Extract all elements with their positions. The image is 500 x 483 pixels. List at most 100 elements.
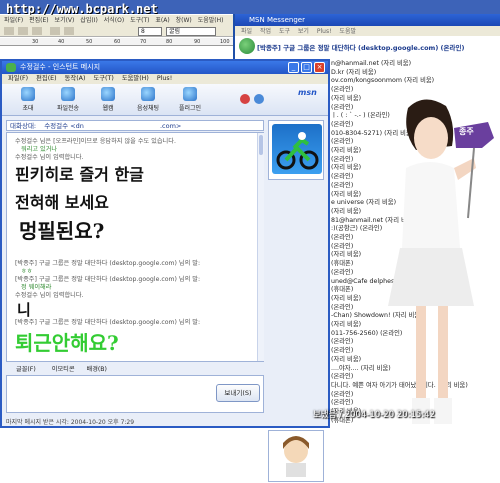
contact-entry[interactable]: (온라인) bbox=[331, 136, 353, 145]
conv-menu-action[interactable]: 동작(A) bbox=[65, 74, 86, 84]
settings-icon[interactable] bbox=[254, 94, 264, 104]
handwriting-message: 퇴근안해요? bbox=[15, 331, 119, 355]
background-button[interactable]: 배경(B) bbox=[87, 366, 107, 373]
font-name-select[interactable]: 굴림 bbox=[166, 27, 216, 36]
send-file-button[interactable]: 파일전송 bbox=[46, 87, 90, 115]
contact-entry[interactable]: (온라인) bbox=[331, 389, 353, 398]
motocross-picture bbox=[272, 124, 322, 174]
plugin-button[interactable]: 플러그인 bbox=[168, 87, 212, 115]
sign-text: 종주 bbox=[459, 127, 474, 136]
voice-chat-button[interactable]: 음성채팅 bbox=[126, 87, 170, 115]
transcript-scrollbar[interactable] bbox=[257, 133, 264, 361]
font-button[interactable]: 글꼴(F) bbox=[16, 366, 36, 373]
msn-status-text[interactable]: [박종주] 구글 그룹은 정말 대단하다 (desktop.google.com… bbox=[257, 42, 500, 52]
webcam-button[interactable]: 웹캠 bbox=[86, 87, 130, 115]
msn-menu-tools[interactable]: 도구 bbox=[279, 26, 290, 35]
contact-entry[interactable]: (휴대폰) bbox=[331, 258, 353, 267]
voice-chat-icon bbox=[141, 87, 155, 101]
conv-menu-plus[interactable]: Plus! bbox=[157, 74, 172, 84]
emoticon-button[interactable]: 이모티콘 bbox=[52, 366, 75, 373]
contact-entry[interactable]: (온라인) bbox=[331, 241, 353, 250]
contact-entry[interactable]: D.kr (자리 비움) bbox=[331, 67, 376, 76]
contact-entry[interactable]: n@hanmail.net (자리 비움) bbox=[331, 58, 411, 67]
transcript-line: [박종주] 구글 그룹은 정말 대단하다 (desktop.google.com… bbox=[15, 260, 201, 267]
handwriting-message: 멍필된요? bbox=[19, 219, 105, 243]
transcript-line: 수정걸수 님이 입력합니다. bbox=[15, 292, 84, 299]
minimize-icon[interactable]: _ bbox=[288, 62, 299, 73]
bg-menu-table[interactable]: 표(A) bbox=[155, 15, 169, 24]
conversation-window: 수정걸수 - 인스턴트 메시지 _ □ × 파일(F) 편집(E) 동작(A) … bbox=[0, 59, 330, 482]
status-line: 마지막 메시지 받은 시각: 2004-10-20 오후 7:29 bbox=[6, 419, 135, 426]
my-display-picture[interactable] bbox=[268, 430, 324, 482]
contact-entry[interactable]: (온라인) bbox=[331, 84, 353, 93]
toolbar-icon[interactable] bbox=[50, 27, 60, 35]
send-button[interactable]: 보내기(S) bbox=[216, 384, 260, 402]
bg-menu-edit[interactable]: 편집(E) bbox=[29, 15, 49, 24]
toolbar-icon[interactable] bbox=[4, 27, 14, 35]
msn-menu-bar: 파일 작업 도구 보기 Plus! 도움말 bbox=[235, 26, 500, 36]
invite-label: 초대 bbox=[22, 105, 34, 112]
msn-menu-view[interactable]: 보기 bbox=[298, 26, 309, 35]
contact-entry[interactable]: (온라인) bbox=[331, 119, 353, 128]
msn-menu-help[interactable]: 도움말 bbox=[339, 26, 356, 35]
msn-logo: msn bbox=[298, 88, 317, 97]
contact-entry[interactable]: (온라인) bbox=[331, 267, 353, 276]
maximize-icon[interactable]: □ bbox=[301, 62, 312, 73]
ruler-tick: 50 bbox=[86, 39, 93, 45]
contact-entry[interactable]: (온라인) bbox=[331, 232, 353, 241]
to-value-domain[interactable]: .com> bbox=[160, 122, 181, 130]
bg-menu-window[interactable]: 창(W) bbox=[176, 15, 192, 24]
contact-entry[interactable]: (온라인) bbox=[331, 171, 353, 180]
voice-chat-label: 음성채팅 bbox=[136, 105, 160, 112]
msn-title-bar: MSN Messenger bbox=[235, 14, 500, 26]
send-file-icon bbox=[61, 87, 75, 101]
bg-menu-help[interactable]: 도움말(H) bbox=[198, 15, 224, 24]
ruler-tick: 100 bbox=[220, 39, 230, 45]
block-icon[interactable] bbox=[240, 94, 250, 104]
conv-menu-tools[interactable]: 도구(T) bbox=[93, 74, 113, 84]
conv-menu-edit[interactable]: 편집(E) bbox=[36, 74, 56, 84]
transcript-area[interactable]: 수정걸수 님은 [오프라인]이므로 응답하지 않을 수도 있습니다. 워리고 있… bbox=[6, 132, 264, 362]
contact-entry[interactable]: ov.com/kongsoonmom (자리 비움) bbox=[331, 75, 434, 84]
handwriting-message: 전혀해 보세요 bbox=[15, 193, 109, 212]
conversation-title-bar: 수정걸수 - 인스턴트 메시지 bbox=[2, 61, 328, 74]
msn-menu-plus[interactable]: Plus! bbox=[317, 28, 332, 35]
contact-display-picture[interactable] bbox=[268, 120, 324, 180]
msn-user-icon[interactable] bbox=[239, 38, 255, 54]
ruler-tick: 90 bbox=[194, 39, 201, 45]
watermark-url: http://www.bcpark.net bbox=[6, 2, 158, 16]
contact-entry[interactable]: (온라인) bbox=[331, 336, 353, 345]
conv-menu-file[interactable]: 파일(F) bbox=[8, 74, 28, 84]
to-value[interactable]: 수정걸수 <dn bbox=[44, 122, 84, 130]
background-menu-bar: 파일(F) 편집(E) 보기(V) 삽입(I) 서식(O) 도구(T) 표(A)… bbox=[0, 15, 240, 25]
contact-entry[interactable]: (온라인) bbox=[331, 397, 353, 406]
invite-button[interactable]: 초대 bbox=[6, 87, 50, 115]
contact-entry[interactable]: (온라인) bbox=[331, 180, 353, 189]
contact-entry[interactable]: (온라인) bbox=[331, 302, 353, 311]
scrollbar-thumb[interactable] bbox=[259, 135, 263, 155]
bg-menu-tools[interactable]: 도구(T) bbox=[130, 15, 149, 24]
conv-menu-help[interactable]: 도움말(H) bbox=[122, 74, 149, 84]
contact-entry[interactable]: (온라인) bbox=[331, 371, 353, 380]
contact-entry[interactable]: (온라인) bbox=[331, 345, 353, 354]
contact-entry[interactable]: (휴대폰) bbox=[331, 284, 353, 293]
ruler-tick: 80 bbox=[166, 39, 173, 45]
messenger-icon bbox=[6, 63, 16, 72]
toolbar-icon[interactable] bbox=[64, 27, 74, 35]
send-file-label: 파일전송 bbox=[56, 105, 80, 112]
bg-menu-format[interactable]: 서식(O) bbox=[104, 15, 124, 24]
msn-menu-file[interactable]: 파일 bbox=[241, 26, 252, 35]
contact-entry[interactable]: (온라인) bbox=[331, 154, 353, 163]
conversation-menu-bar: 파일(F) 편집(E) 동작(A) 도구(T) 도움말(H) Plus! bbox=[2, 74, 328, 84]
toolbar-icon[interactable] bbox=[32, 27, 42, 35]
close-icon[interactable]: × bbox=[314, 62, 325, 73]
bg-menu-insert[interactable]: 삽입(I) bbox=[80, 15, 98, 24]
msn-menu-action[interactable]: 작업 bbox=[260, 26, 271, 35]
bg-menu-file[interactable]: 파일(F) bbox=[4, 15, 23, 24]
model-photo: 종주 bbox=[356, 98, 500, 428]
toolbar-icon[interactable] bbox=[18, 27, 28, 35]
bg-menu-view[interactable]: 보기(V) bbox=[55, 15, 75, 24]
contact-entry[interactable]: (온라인) bbox=[331, 102, 353, 111]
transcript-line: [박종주] 구글 그룹은 정말 대단하다 (desktop.google.com… bbox=[15, 319, 201, 326]
font-size-select[interactable]: 8 bbox=[138, 27, 162, 36]
